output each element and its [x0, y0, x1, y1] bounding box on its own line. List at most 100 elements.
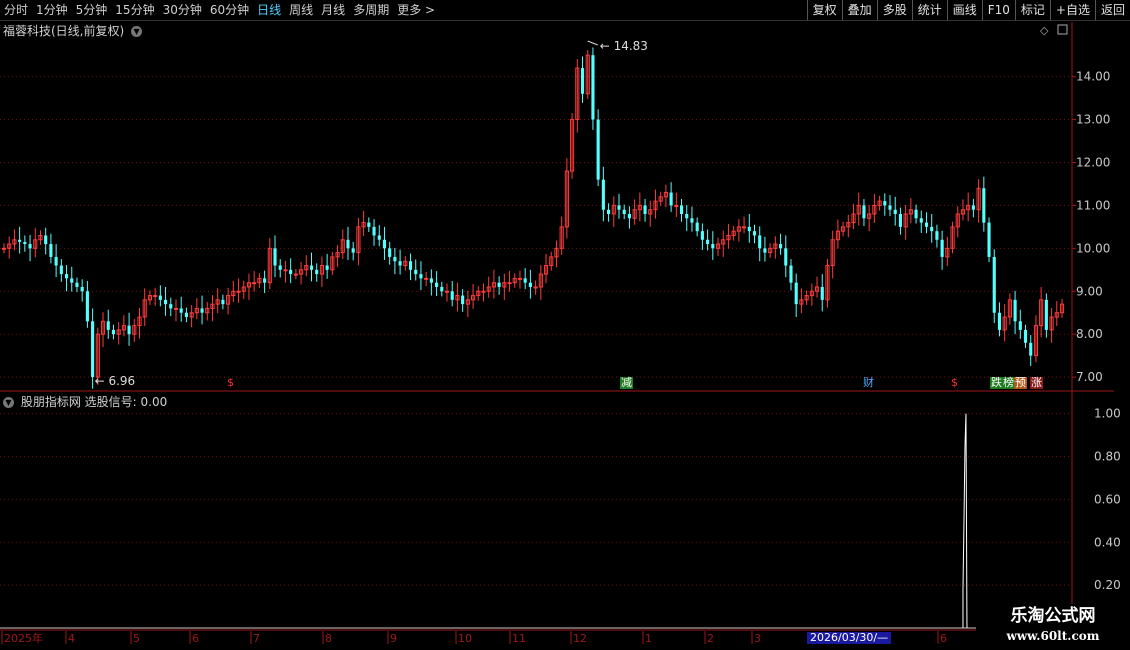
candle-body — [158, 295, 162, 300]
candle-body — [919, 218, 923, 223]
candle-body — [971, 205, 975, 210]
candle-body — [1044, 299, 1048, 330]
timeline-label: 6 — [192, 632, 199, 645]
candle-body — [914, 209, 918, 219]
candle-body — [179, 308, 183, 313]
watermark-url: www.60lt.com — [1006, 629, 1100, 643]
y-tick-label: 7.00 — [1076, 370, 1103, 384]
candle-body — [393, 256, 397, 262]
candle-body — [59, 265, 63, 275]
candle-body — [440, 286, 444, 292]
candle-body — [507, 282, 512, 285]
signal-marker-1[interactable]: 减 — [620, 377, 633, 389]
y-tick-label: 10.00 — [1076, 241, 1110, 255]
candle-body — [528, 282, 532, 287]
candle-body — [153, 295, 158, 298]
watermark: 乐淘公式网 www.60lt.com — [976, 604, 1130, 650]
signal-marker-3[interactable]: $ — [950, 377, 959, 389]
candle-body — [497, 282, 501, 287]
candle-body — [679, 205, 684, 214]
candle-body — [424, 277, 429, 280]
candle-body — [992, 256, 996, 313]
candle-body — [252, 282, 257, 285]
candle-body — [309, 265, 314, 270]
signal-marker-6[interactable]: 预 — [1014, 377, 1027, 389]
indicator-menu-icon[interactable]: ▼ — [3, 397, 14, 408]
candle-body — [601, 179, 605, 210]
candle-body — [315, 269, 319, 275]
candle-body — [414, 269, 418, 275]
candle-body — [289, 269, 293, 275]
candle-body — [382, 239, 387, 249]
candle-body — [325, 265, 329, 270]
candle-body — [91, 321, 95, 378]
candle-body — [283, 269, 288, 272]
candle-body — [127, 325, 131, 335]
candle-body — [111, 329, 116, 335]
candle-body — [263, 278, 267, 283]
candle-body — [1018, 321, 1022, 330]
high-pointer — [587, 40, 598, 46]
candle-body — [700, 231, 704, 240]
candle-body — [80, 286, 84, 292]
candle-body — [28, 244, 32, 249]
timeline-label: 4 — [68, 632, 75, 645]
candle-body — [106, 321, 110, 330]
candle-body — [706, 239, 710, 245]
timeline-label: 9 — [390, 632, 397, 645]
candle-body — [862, 205, 866, 219]
candle-body — [293, 273, 298, 276]
candle-body — [763, 248, 767, 253]
candle-body — [789, 265, 793, 283]
candle-body — [888, 205, 892, 210]
candle-body — [450, 291, 454, 300]
y-tick-label: 8.00 — [1076, 327, 1103, 341]
signal-marker-7[interactable]: 涨 — [1030, 377, 1043, 389]
candle-body — [930, 226, 934, 232]
signal-marker-2[interactable]: 财 — [862, 377, 875, 389]
candle-body — [690, 218, 694, 223]
candle-body — [747, 226, 751, 232]
candle-body — [935, 231, 939, 240]
candle-body — [54, 256, 58, 266]
candle-body — [200, 308, 204, 313]
candle-body — [75, 282, 79, 287]
kline-chart[interactable]: 7.008.009.0010.0011.0012.0013.0014.00← 1… — [0, 0, 1130, 650]
timeline-label: 5 — [133, 632, 140, 645]
candle-body — [695, 222, 699, 232]
timeline-label: 11 — [512, 632, 526, 645]
candle-body — [643, 205, 647, 214]
y-tick-label: 14.00 — [1076, 70, 1110, 84]
candle-body — [23, 241, 27, 245]
candle-body — [778, 244, 783, 249]
signal-marker-0[interactable]: $ — [226, 377, 235, 389]
indicator-tick-label: 0.40 — [1094, 535, 1121, 549]
indicator-tick-label: 0.60 — [1094, 492, 1121, 506]
candle-body — [1029, 342, 1033, 356]
candle-body — [64, 274, 69, 279]
candle-body — [221, 299, 225, 305]
timeline-label: 10 — [458, 632, 472, 645]
candle-body — [481, 290, 486, 293]
candle-body — [580, 68, 585, 94]
candle-body — [1013, 299, 1017, 322]
candle-body — [169, 304, 173, 309]
candle-body — [372, 226, 376, 236]
candle-body — [351, 248, 355, 253]
low-price-label: ← 6.96 — [95, 374, 136, 388]
candle-body — [924, 222, 929, 227]
timeline-label: 3 — [754, 632, 761, 645]
candle-body — [596, 119, 600, 180]
candle-body — [70, 278, 74, 283]
candle-body — [49, 244, 53, 257]
candle-body — [591, 55, 595, 120]
y-tick-label: 12.00 — [1076, 155, 1110, 169]
candle-body — [883, 201, 887, 206]
candle-body — [982, 188, 986, 223]
candle-body — [18, 239, 22, 242]
y-tick-label: 9.00 — [1076, 284, 1103, 298]
candle-body — [444, 290, 450, 293]
candle-body — [184, 312, 188, 318]
candle-body — [674, 204, 679, 207]
candle-body — [627, 214, 631, 219]
